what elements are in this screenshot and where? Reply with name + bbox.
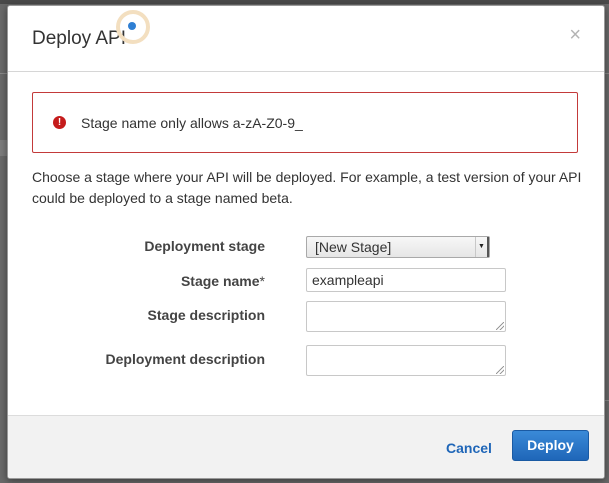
error-alert: ! Stage name only allows a-zA-Z0-9_ [32,92,578,153]
help-text: Choose a stage where your API will be de… [32,169,582,206]
exclamation-circle-icon: ! [53,116,66,129]
close-icon[interactable]: × [569,25,581,45]
deployment-stage-value: [New Stage] [315,239,392,255]
error-message: Stage name only allows a-zA-Z0-9_ [81,115,303,131]
deployment-stage-select[interactable]: [New Stage] ▼ [306,236,490,258]
backdrop-divider [0,73,7,74]
stage-description-label: Stage description [147,307,265,323]
caret-down-icon: ▼ [475,237,489,257]
deployment-description-input[interactable] [306,345,506,376]
stage-name-label: Stage name* [25,273,265,289]
resize-grip-icon[interactable] [496,322,504,330]
backdrop-fragment [0,140,7,156]
deployment-description-label: Deployment description [105,351,265,367]
deploy-api-dialog: Deploy API × ! Stage name only allows a-… [7,5,605,479]
dialog-header: Deploy API × [8,6,604,72]
stage-description-input[interactable] [306,301,506,332]
resize-grip-icon[interactable] [496,366,504,374]
stage-name-input[interactable]: exampleapi [306,268,506,292]
dialog-title: Deploy API [32,28,126,49]
stage-name-label-text: Stage name [180,273,260,289]
dialog-footer: Cancel Deploy [8,415,604,478]
backdrop-top-bar [0,0,609,4]
cancel-button[interactable]: Cancel [446,440,492,456]
deploy-button[interactable]: Deploy [512,430,589,461]
deployment-stage-label: Deployment stage [144,238,265,254]
required-marker: * [259,273,265,289]
cursor-dot [128,22,136,30]
